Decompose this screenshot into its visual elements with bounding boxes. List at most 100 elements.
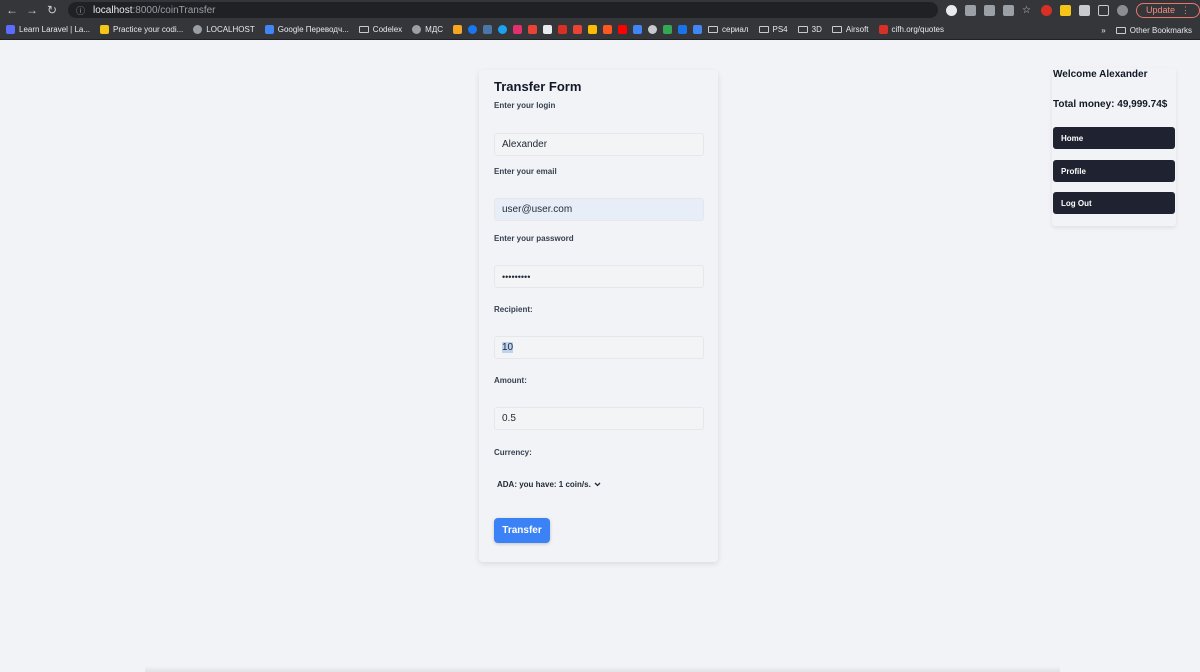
bookmark-10[interactable]: cifh.org/quotes xyxy=(878,25,945,34)
bookmark-icon-6[interactable] xyxy=(588,25,598,34)
folder-icon xyxy=(358,26,369,33)
amount-label: Amount: xyxy=(494,376,527,385)
bookmark-7[interactable]: PS4 xyxy=(758,25,788,34)
other-bookmarks[interactable]: Other Bookmarks xyxy=(1115,25,1192,35)
bookmark-label: Learn Laravel | La... xyxy=(19,25,91,34)
bookmark-icon-7[interactable] xyxy=(603,25,613,34)
reload-icon[interactable]: ↻ xyxy=(44,3,60,17)
email-value: user@user.com xyxy=(502,204,573,215)
recipient-value: 10 xyxy=(502,342,514,353)
avatar-icon[interactable] xyxy=(1116,4,1128,16)
extension-icon[interactable] xyxy=(1059,4,1071,16)
bookmark-icon-10[interactable] xyxy=(663,25,673,34)
quotes-icon xyxy=(878,25,888,34)
site-info-icon[interactable]: ⓘ xyxy=(76,4,85,17)
url-host: localhost xyxy=(93,4,133,16)
bookmark-icon-11[interactable] xyxy=(678,25,688,34)
bookmark-label: Codelex xyxy=(372,25,403,34)
globe-icon xyxy=(193,25,203,34)
logout-button[interactable]: Log Out xyxy=(1053,192,1175,214)
email-label: Enter your email xyxy=(494,167,557,176)
recipient-label: Recipient: xyxy=(494,305,533,314)
bookmark-label: LOCALHOST xyxy=(206,25,255,34)
bookmark-0[interactable]: Learn Laravel | La... xyxy=(6,25,90,34)
amount-input[interactable]: 0.5 xyxy=(494,407,704,430)
bookmark-icon-8[interactable] xyxy=(633,25,643,34)
total-money: Total money: 49,999.74$ xyxy=(1053,99,1168,110)
facebook-icon[interactable] xyxy=(468,25,478,34)
instagram-icon[interactable] xyxy=(513,25,523,34)
bookmark-6[interactable]: сериал xyxy=(708,25,749,34)
bookmark-1[interactable]: Practice your codi... xyxy=(100,25,183,34)
bookmark-label: Practice your codi... xyxy=(113,25,184,34)
recipient-input[interactable]: 10 xyxy=(494,336,704,359)
star-icon[interactable]: ☆ xyxy=(1022,5,1033,16)
adblock-icon[interactable] xyxy=(1040,4,1052,16)
currency-value: ADA: you have: 1 coin/s. xyxy=(497,480,591,489)
bookmark-icon-12[interactable] xyxy=(693,25,703,34)
folder-icon xyxy=(797,26,808,33)
bookmark-9[interactable]: Airsoft xyxy=(831,25,869,34)
login-label: Enter your login xyxy=(494,101,556,110)
share-icon[interactable] xyxy=(1002,4,1014,16)
bookmark-icon-5[interactable] xyxy=(573,25,583,34)
bookmark-icon-1[interactable] xyxy=(453,25,463,34)
bookmark-label: Airsoft xyxy=(845,25,869,34)
bookmarks-bar: Learn Laravel | La... Practice your codi… xyxy=(0,20,1200,40)
bookmark-label: Google Переводч... xyxy=(277,25,349,34)
login-value: Alexander xyxy=(502,139,548,150)
bookmark-label: МДС xyxy=(425,25,444,34)
laravel-icon xyxy=(6,25,15,34)
profile-button[interactable]: Profile xyxy=(1053,160,1175,182)
currency-label: Currency: xyxy=(494,448,532,457)
globe-icon xyxy=(412,25,422,34)
welcome-text: Welcome Alexander xyxy=(1053,69,1148,80)
chevron-down-icon xyxy=(594,482,601,487)
sidepanel-icon[interactable] xyxy=(1097,4,1109,16)
update-button[interactable]: Update ⋮ xyxy=(1135,2,1200,18)
codewars-icon xyxy=(100,25,110,34)
bookmark-4[interactable]: Codelex xyxy=(358,25,403,34)
more-bookmarks-chevron[interactable]: » xyxy=(1101,26,1105,35)
folder-icon xyxy=(1115,26,1126,34)
password-value: ••••••••• xyxy=(502,271,531,282)
bookmark-label: сериал xyxy=(722,25,749,34)
user-sidebar: Welcome Alexander Total money: 49,999.74… xyxy=(1052,68,1176,226)
bookmark-label: PS4 xyxy=(772,25,788,34)
login-input[interactable]: Alexander xyxy=(494,133,704,156)
amount-value: 0.5 xyxy=(502,413,516,424)
home-button[interactable]: Home xyxy=(1053,127,1175,149)
twitter-icon[interactable] xyxy=(498,25,508,34)
bookmark-label: cifh.org/quotes xyxy=(891,25,945,34)
extension-icons: ☆ xyxy=(945,4,1128,16)
youtube-icon[interactable] xyxy=(618,25,628,34)
google-icon[interactable] xyxy=(945,4,957,16)
bookmark-3[interactable]: Google Переводч... xyxy=(264,25,349,34)
bookmarks-overflow: » Other Bookmarks xyxy=(1101,20,1192,39)
transfer-button[interactable]: Transfer xyxy=(494,518,550,543)
translate-icon xyxy=(264,25,274,34)
bookmark-icon-2[interactable] xyxy=(528,25,538,34)
bookmark-icon-3[interactable] xyxy=(543,25,553,34)
vk-icon[interactable] xyxy=(483,25,493,34)
bookmark-8[interactable]: 3D xyxy=(797,25,822,34)
update-label: Update xyxy=(1145,5,1175,15)
bookmark-label: 3D xyxy=(811,25,822,34)
url-path: :8000/coinTransfer xyxy=(132,4,216,16)
email-input[interactable]: user@user.com xyxy=(494,198,704,221)
other-bookmarks-label: Other Bookmarks xyxy=(1129,25,1192,35)
puzzle-icon[interactable] xyxy=(1078,4,1090,16)
bookmark-icon-9[interactable] xyxy=(648,25,658,34)
password-input[interactable]: ••••••••• xyxy=(494,265,704,288)
bookmark-icon-4[interactable] xyxy=(558,25,568,34)
currency-select[interactable]: ADA: you have: 1 coin/s. xyxy=(497,480,601,489)
key-icon[interactable] xyxy=(964,4,976,16)
forward-arrow-icon[interactable]: → xyxy=(24,3,40,17)
back-arrow-icon[interactable]: ← xyxy=(4,3,20,17)
address-bar[interactable]: ⓘ localhost :8000/coinTransfer xyxy=(68,2,938,18)
bookmark-2[interactable]: LOCALHOST xyxy=(193,25,255,34)
bookmark-5[interactable]: МДС xyxy=(412,25,443,34)
folder-icon xyxy=(708,26,719,33)
translate-icon[interactable] xyxy=(983,4,995,16)
form-title: Transfer Form xyxy=(494,79,582,94)
